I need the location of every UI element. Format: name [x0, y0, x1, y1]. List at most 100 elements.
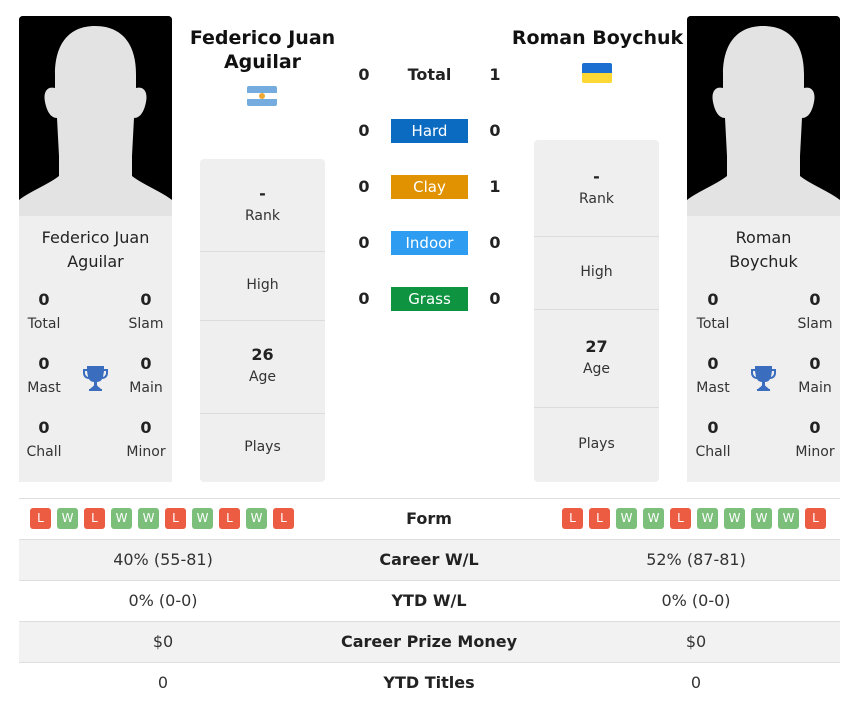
form-badge-loss[interactable]: L — [273, 508, 294, 529]
player2-card-name[interactable]: Roman Boychuk — [687, 226, 840, 274]
form-badge-loss[interactable]: L — [84, 508, 105, 529]
trophy-icon — [751, 365, 776, 395]
player1-title[interactable]: Federico Juan Aguilar — [180, 26, 345, 74]
player2-name-line1: Roman — [735, 228, 792, 247]
h2h-p1-clay: 0 — [358, 177, 370, 196]
player1-career-wl: 40% (55-81) — [113, 550, 213, 569]
form-badge-loss[interactable]: L — [30, 508, 51, 529]
player2-titles-chall: 0 Chall — [695, 418, 731, 460]
player2-high: High — [534, 237, 659, 310]
ytd-titles-label: YTD Titles — [383, 673, 475, 692]
player1-card: Federico Juan Aguilar 0 Total 0 Slam 0 Mast… — [19, 216, 172, 482]
h2h-p2-indoor: 0 — [489, 233, 501, 252]
player1-prize-money: $0 — [152, 632, 174, 651]
player2-career-wl: 52% (87-81) — [646, 550, 746, 569]
form-badge-loss[interactable]: L — [219, 508, 240, 529]
player1-info-card: - Rank High 26 Age Plays — [200, 159, 325, 482]
player2-name-line2: Boychuk — [729, 252, 798, 271]
player1-name-line1: Federico Juan — [41, 228, 150, 247]
player1-name-line2: Aguilar — [67, 252, 124, 271]
form-badge-loss[interactable]: L — [805, 508, 826, 529]
player1-high: High — [200, 252, 325, 321]
form-badge-loss[interactable]: L — [589, 508, 610, 529]
career-wl-label: Career W/L — [379, 550, 479, 569]
player2-ytd-titles: 0 — [690, 673, 702, 692]
h2h-row-indoor: 0 Indoor 0 — [340, 231, 520, 255]
player2-titles-mast: 0 Mast — [696, 354, 730, 396]
h2h-row-grass: 0 Grass 0 — [340, 287, 520, 311]
player1-ytd-titles: 0 — [157, 673, 169, 692]
silhouette-icon — [19, 16, 172, 216]
h2h-p2-total: 1 — [489, 65, 501, 84]
player2-titles-slam: 0 Slam — [797, 290, 833, 332]
form-badge-win[interactable]: W — [643, 508, 664, 529]
ytd-wl-label: YTD W/L — [391, 591, 467, 610]
player2-info-card: - Rank High 27 Age Plays — [534, 140, 659, 482]
comparison-row: 0% (0-0) YTD W/L 0% (0-0) — [19, 580, 840, 621]
player2-age: 27 Age — [534, 310, 659, 408]
comparison-row: 40% (55-81) Career W/L 52% (87-81) — [19, 539, 840, 580]
h2h-p2-hard: 0 — [489, 121, 501, 140]
player1-titles-total: 0 Total — [27, 290, 61, 332]
player1-title-line1: Federico Juan — [189, 27, 336, 49]
h2h-row-clay: 0 Clay 1 — [340, 175, 520, 199]
player2-titles-main: 0 Main — [798, 354, 832, 396]
h2h-p1-grass: 0 — [358, 289, 370, 308]
h2h-p1-indoor: 0 — [358, 233, 370, 252]
player2-rank: - Rank — [534, 140, 659, 237]
player2-plays: Plays — [578, 436, 615, 452]
player1-titles-chall: 0 Chall — [26, 418, 62, 460]
form-badge-win[interactable]: W — [724, 508, 745, 529]
player1-titles-main: 0 Main — [129, 354, 163, 396]
form-badge-win[interactable]: W — [778, 508, 799, 529]
h2h-p1-total: 0 — [358, 65, 370, 84]
h2h-p2-grass: 0 — [489, 289, 501, 308]
silhouette-icon — [687, 16, 840, 216]
form-badge-loss[interactable]: L — [670, 508, 691, 529]
form-badge-loss[interactable]: L — [562, 508, 583, 529]
player1-title-line2: Aguilar — [223, 51, 302, 73]
player2-photo — [687, 16, 840, 216]
form-badge-loss[interactable]: L — [165, 508, 186, 529]
form-badge-win[interactable]: W — [751, 508, 772, 529]
player2-card: Roman Boychuk 0 Total 0 Slam 0 Mast 0 Main 0… — [687, 216, 840, 482]
player1-ytd-wl: 0% (0-0) — [128, 591, 198, 610]
player2-title[interactable]: Roman Boychuk — [505, 26, 690, 50]
h2h-row-hard: 0 Hard 0 — [340, 119, 520, 143]
form-badge-win[interactable]: W — [111, 508, 132, 529]
form-row: LWLWWLWLWL Form LLWWLWWWWL — [19, 498, 840, 539]
surface-badge-clay[interactable]: Clay — [391, 175, 468, 199]
h2h-row-total: 0 Total 1 — [340, 63, 520, 87]
form-badge-win[interactable]: W — [57, 508, 78, 529]
player2-titles-minor: 0 Minor — [795, 418, 835, 460]
ukraine-flag-icon — [582, 63, 612, 83]
player1-titles-mast: 0 Mast — [27, 354, 61, 396]
h2h-p2-clay: 1 — [489, 177, 501, 196]
h2h-p1-hard: 0 — [358, 121, 370, 140]
player1-titles-minor: 0 Minor — [126, 418, 166, 460]
player1-rank: - Rank — [200, 159, 325, 252]
surface-badge-hard[interactable]: Hard — [391, 119, 468, 143]
form-badge-win[interactable]: W — [138, 508, 159, 529]
player2-ytd-wl: 0% (0-0) — [661, 591, 731, 610]
argentina-flag-icon — [247, 86, 277, 106]
form-badge-win[interactable]: W — [616, 508, 637, 529]
comparison-row: $0 Career Prize Money $0 — [19, 621, 840, 662]
surface-badge-indoor[interactable]: Indoor — [391, 231, 468, 255]
h2h-label-total: Total — [407, 65, 452, 84]
form-label: Form — [406, 509, 452, 528]
player2-prize-money: $0 — [685, 632, 707, 651]
surface-badge-grass[interactable]: Grass — [391, 287, 468, 311]
form-badge-win[interactable]: W — [246, 508, 267, 529]
comparison-row: 0 YTD Titles 0 — [19, 662, 840, 703]
player1-titles-slam: 0 Slam — [128, 290, 164, 332]
player1-plays: Plays — [244, 439, 281, 455]
prize-money-label: Career Prize Money — [340, 632, 517, 651]
player1-photo — [19, 16, 172, 216]
form-badge-win[interactable]: W — [192, 508, 213, 529]
trophy-icon — [83, 365, 108, 395]
player1-age: 26 Age — [200, 321, 325, 414]
player2-titles-total: 0 Total — [696, 290, 730, 332]
player1-card-name[interactable]: Federico Juan Aguilar — [19, 226, 172, 274]
form-badge-win[interactable]: W — [697, 508, 718, 529]
